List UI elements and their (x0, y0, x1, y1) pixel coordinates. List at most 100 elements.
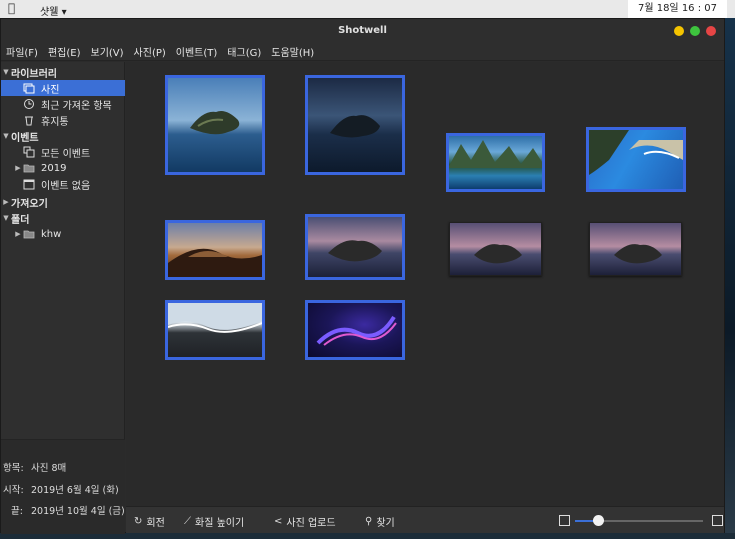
shotwell-window: Shotwell 파일(F) 편집(E) 보기(V) 사진(P) 이벤트(T) … (0, 18, 725, 534)
rotate-button[interactable]: ↻ 회전 (134, 514, 165, 529)
find-label: 찾기 (376, 518, 395, 529)
window-titlebar[interactable]: Shotwell (1, 19, 724, 43)
photo-thumbnail[interactable] (446, 133, 545, 192)
photo-thumbnail[interactable] (165, 300, 265, 360)
menu-view[interactable]: 보기(V) (91, 44, 124, 59)
top-panel:  샷웰 ▾ 7월 18일 16 : 07 (0, 0, 735, 18)
photo-thumbnail[interactable] (586, 127, 686, 192)
search-icon: ⚲ (365, 516, 373, 527)
photo-thumbnail[interactable] (589, 222, 682, 276)
enhance-button[interactable]: ⟋ 화질 높이기 (184, 514, 244, 529)
sidebar-label: 사진 (41, 84, 60, 96)
coastal-cove-image (589, 130, 683, 175)
island-image (330, 115, 380, 138)
rotate-icon: ↻ (134, 516, 143, 527)
info-items-value: 사진 8매 (31, 463, 67, 474)
calendar-icon (23, 178, 35, 190)
info-items-row: 항목: 사진 8매 (1, 460, 125, 474)
sidebar: ▼ 라이브러리 사진 최근 가져온 항목 휴지통 ▼ 이벤트 모든 이벤트 ▶ … (1, 62, 125, 482)
sidebar-label: khw (41, 228, 62, 240)
island-image (328, 240, 382, 262)
sidebar-item-year[interactable]: ▶ 2019 (1, 160, 125, 176)
sidebar-label: 2019 (41, 162, 67, 174)
menu-events[interactable]: 이벤트(T) (176, 44, 218, 59)
bottom-toolbar: ↻ 회전 ⟋ 화질 높이기 < 사진 업로드 ⚲ 찾기 (126, 506, 724, 533)
events-icon (23, 146, 35, 158)
photo-thumbnail[interactable] (305, 214, 405, 280)
folder-icon (23, 228, 35, 240)
maximize-button[interactable] (690, 26, 700, 36)
sidebar-label: 폴더 (11, 214, 30, 226)
photo-thumbnail[interactable] (165, 75, 265, 175)
menu-tags[interactable]: 태그(G) (227, 44, 261, 59)
photo-thumbnail[interactable] (305, 300, 405, 360)
photo-grid[interactable] (126, 62, 724, 506)
zoom-slider-handle[interactable] (593, 515, 605, 526)
sidebar-label: 휴지통 (41, 116, 69, 128)
enhance-label: 화질 높이기 (195, 518, 245, 529)
sidebar-item-folder-khw[interactable]: ▶ khw (1, 226, 125, 242)
sidebar-label: 모든 이벤트 (41, 148, 91, 160)
expander-right-icon[interactable]: ▶ (13, 164, 23, 172)
minimize-button[interactable] (674, 26, 684, 36)
abstract-swirl-image (316, 315, 397, 346)
sidebar-item-all-events[interactable]: 모든 이벤트 (1, 144, 125, 160)
menu-photos[interactable]: 사진(P) (134, 44, 166, 59)
zoom-out-icon[interactable] (559, 515, 570, 526)
folder-icon (23, 162, 35, 174)
photo-thumbnail[interactable] (165, 220, 265, 280)
island-image (614, 244, 662, 264)
sidebar-import-header[interactable]: ▶ 가져오기 (1, 194, 125, 210)
photo-thumbnail[interactable] (305, 75, 405, 175)
island-image (190, 111, 240, 135)
mountain-lake-image (449, 140, 542, 168)
find-button[interactable]: ⚲ 찾기 (365, 514, 395, 529)
photos-icon (23, 82, 35, 94)
expander-down-icon[interactable]: ▼ (1, 68, 11, 76)
sidebar-label: 이벤트 (11, 132, 39, 144)
clock[interactable]: 7월 18일 16 : 07 (627, 0, 727, 18)
info-end-label: 끝: (11, 506, 23, 517)
clock-icon (23, 98, 35, 110)
menu-file[interactable]: 파일(F) (6, 44, 38, 59)
close-button[interactable] (706, 26, 716, 36)
window-title: Shotwell (338, 25, 387, 36)
info-items-label: 항목: (3, 463, 24, 474)
menu-help[interactable]: 도움말(H) (271, 44, 314, 59)
sidebar-label: 라이브러리 (11, 68, 57, 80)
sidebar-label: 가져오기 (11, 198, 48, 210)
info-start-row: 시작: 2019년 6월 4일 (화) (1, 482, 125, 496)
expander-right-icon[interactable]: ▶ (13, 230, 23, 238)
island-image (474, 244, 522, 264)
info-panel: 항목: 사진 8매 시작: 2019년 6월 4일 (화) 끝: 2019년 1… (1, 439, 125, 534)
sidebar-label: 이벤트 없음 (41, 180, 91, 192)
sidebar-library-header[interactable]: ▼ 라이브러리 (1, 64, 125, 80)
sidebar-item-no-event[interactable]: 이벤트 없음 (1, 176, 125, 192)
info-start-label: 시작: (3, 485, 24, 496)
zoom-in-icon[interactable] (712, 515, 723, 526)
apple-icon[interactable]:  (8, 1, 15, 15)
expander-down-icon[interactable]: ▼ (1, 214, 11, 222)
rotate-label: 회전 (146, 518, 165, 529)
magic-wand-icon: ⟋ (184, 516, 191, 527)
menubar: 파일(F) 편집(E) 보기(V) 사진(P) 이벤트(T) 태그(G) 도움말… (1, 43, 724, 61)
sidebar-item-trash[interactable]: 휴지통 (1, 112, 125, 128)
info-start-value: 2019년 6월 4일 (화) (31, 485, 119, 496)
info-end-row: 끝: 2019년 10월 4일 (금) (1, 503, 125, 517)
info-end-value: 2019년 10월 4일 (금) (31, 506, 125, 517)
app-menu[interactable]: 샷웰 ▾ (40, 3, 67, 18)
trash-icon (23, 114, 35, 126)
photo-thumbnail[interactable] (449, 222, 542, 276)
upload-label: 사진 업로드 (286, 518, 336, 529)
sidebar-events-header[interactable]: ▼ 이벤트 (1, 128, 125, 144)
window-controls (674, 26, 716, 36)
upload-button[interactable]: < 사진 업로드 (274, 514, 336, 529)
menu-edit[interactable]: 편집(E) (48, 44, 81, 59)
sidebar-item-recent-import[interactable]: 최근 가져온 항목 (1, 96, 125, 112)
desktop-background (725, 18, 735, 539)
sidebar-folders-header[interactable]: ▼ 폴더 (1, 210, 125, 226)
desert-dunes-image (168, 248, 262, 277)
expander-down-icon[interactable]: ▼ (1, 132, 11, 140)
sidebar-item-photos[interactable]: 사진 (1, 80, 125, 96)
expander-right-icon[interactable]: ▶ (1, 198, 11, 206)
